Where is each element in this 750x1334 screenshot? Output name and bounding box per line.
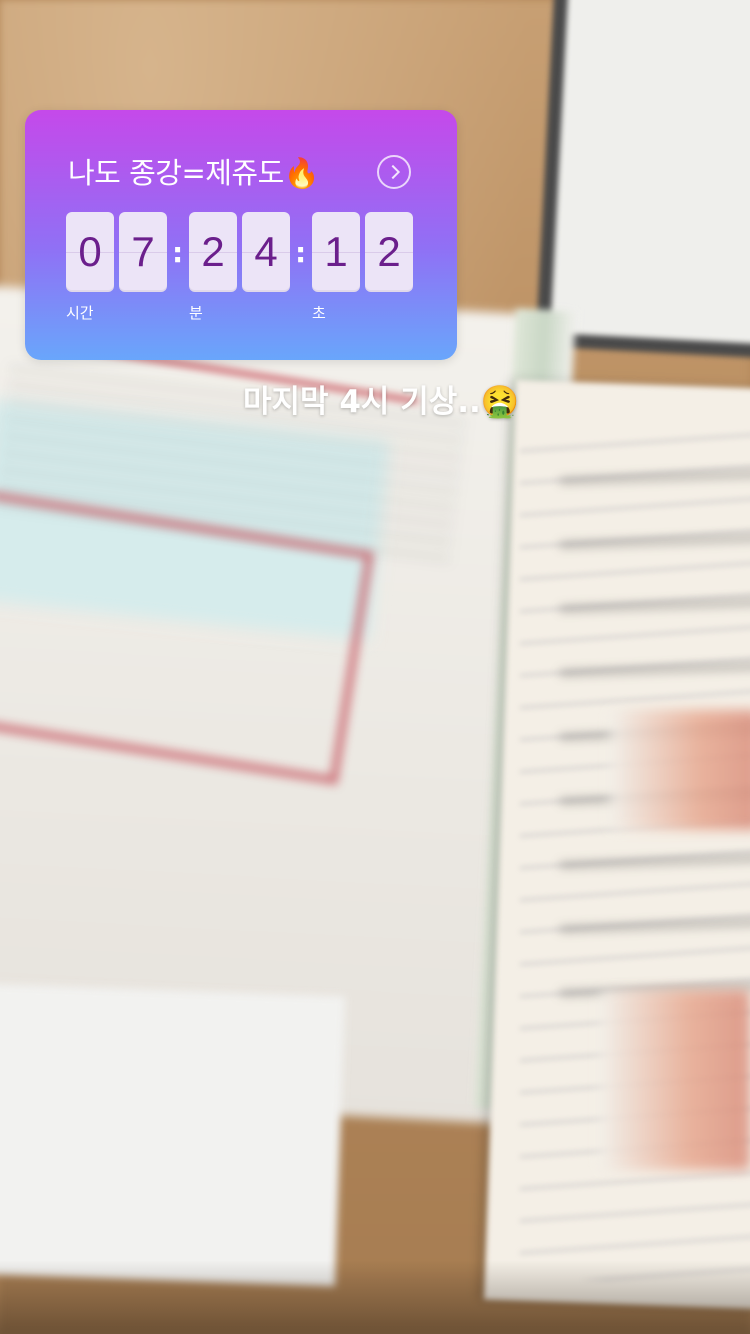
countdown-separator: : [172,236,184,269]
countdown-digit-minutes-tens: 2 [189,212,237,292]
countdown-sticker[interactable]: 나도 종강=제쥬도🔥 0 7 : 2 4 : 1 2 시간 분 초 [25,110,457,360]
countdown-digit-seconds-ones: 2 [365,212,413,292]
notebook-top-right [550,0,750,347]
unit-label-hours: 시간 [66,304,94,322]
bottom-shadow [0,1260,750,1334]
countdown-separator: : [295,236,307,269]
loose-paper [0,983,345,1287]
countdown-digit-seconds-tens: 1 [312,212,360,292]
notebook-sticker [610,710,750,830]
story-caption-text[interactable]: 마지막 4시 기상..🤮 [243,376,519,421]
notebook-sticker [600,990,750,1170]
unit-label-minutes: 분 [189,304,203,322]
unit-label-seconds: 초 [312,304,326,322]
countdown-digit-hours-ones: 7 [119,212,167,292]
countdown-title: 나도 종강=제쥬도🔥 [68,156,320,190]
countdown-digit-minutes-ones: 4 [242,212,290,292]
chevron-right-circle-icon[interactable] [377,155,411,189]
countdown-digit-hours-tens: 0 [66,212,114,292]
